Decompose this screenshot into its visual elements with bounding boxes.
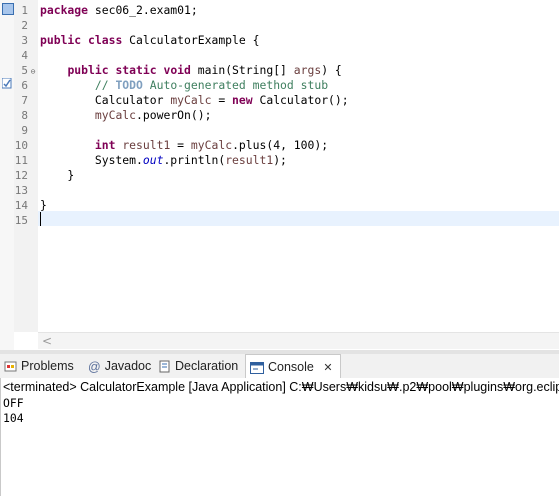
tab-problems[interactable]: Problems	[4, 354, 74, 378]
overview-ruler	[0, 0, 14, 350]
console-view[interactable]	[0, 378, 559, 496]
code-token: .println(	[163, 153, 226, 167]
tab-label: Javadoc	[104, 359, 152, 373]
problems-icon	[4, 361, 17, 372]
code-line: public static void main(String[] args) {	[40, 63, 342, 78]
tab-label: Console	[268, 360, 314, 374]
bottom-panel-tabbar: Problems @ Javadoc Declaration Console ✕	[0, 354, 559, 379]
line-number: 7	[21, 94, 28, 107]
tab-declaration[interactable]: Declaration	[158, 354, 238, 378]
line-number: 6	[21, 79, 28, 92]
code-line: // TODO Auto-generated method stub	[40, 78, 328, 93]
code-token: main(String[]	[190, 63, 294, 77]
code-token: sec06_2.exam01;	[88, 3, 198, 17]
tab-javadoc[interactable]: @ Javadoc	[88, 354, 151, 378]
code-token: System.	[40, 153, 143, 167]
line-number: 12	[14, 169, 28, 182]
tab-label: Declaration	[175, 359, 239, 373]
line-number: 1	[21, 4, 28, 17]
javadoc-icon: @	[88, 359, 101, 374]
code-token: }	[40, 198, 47, 212]
task-marker-icon	[2, 78, 12, 89]
code-token: public	[67, 63, 109, 77]
close-icon[interactable]: ✕	[323, 362, 332, 374]
code-token: =	[170, 138, 191, 152]
code-token: new	[232, 93, 253, 107]
current-line-highlight	[38, 211, 559, 226]
code-token: static	[115, 63, 157, 77]
line-number: 4	[21, 49, 28, 62]
console-icon	[250, 361, 264, 374]
console-output-line: OFF	[3, 396, 24, 410]
line-number: 3	[21, 34, 28, 47]
line-number: 8	[21, 109, 28, 122]
code-token: );	[273, 153, 287, 167]
line-number: 2	[21, 19, 28, 32]
bookmark-icon	[2, 3, 14, 15]
line-number: 10	[14, 139, 28, 152]
code-token: Calculator();	[252, 93, 349, 107]
line-number: 14	[14, 199, 28, 212]
line-number: 5	[21, 64, 28, 77]
declaration-icon	[159, 360, 170, 373]
line-number: 11	[14, 154, 28, 167]
code-token: ) {	[321, 63, 342, 77]
code-token: myCalc	[170, 93, 212, 107]
code-line: myCalc.powerOn();	[40, 108, 212, 123]
line-number: 13	[14, 184, 28, 197]
code-editor[interactable]: 1 2 3 4 5 6 7 8 9 10 11 12 13 14 15 ⊖ package sec06_2.…	[0, 0, 559, 350]
code-token: Calculator	[40, 93, 171, 107]
horizontal-scrollbar[interactable]: <	[38, 332, 559, 349]
code-token: =	[211, 93, 233, 107]
code-token: args	[293, 63, 322, 77]
code-line: public class CalculatorExample {	[40, 33, 259, 48]
code-line: System.out.println(result1);	[40, 153, 287, 168]
code-token: int	[94, 138, 116, 152]
code-token: result1	[225, 153, 274, 167]
code-token: public	[40, 33, 82, 47]
code-line: package sec06_2.exam01;	[40, 3, 198, 18]
tab-console[interactable]: Console ✕	[245, 354, 341, 379]
code-token: package	[40, 3, 89, 17]
code-token: out	[142, 153, 164, 167]
code-token: }	[40, 168, 75, 182]
line-number: 9	[21, 124, 28, 137]
code-line: }	[40, 198, 47, 213]
line-number: 15	[14, 214, 28, 227]
scroll-left-icon[interactable]: <	[42, 333, 52, 349]
code-token: .plus(4, 100);	[232, 138, 329, 152]
code-token: void	[163, 63, 191, 77]
console-header: <terminated> CalculatorExample [Java App…	[3, 380, 559, 394]
code-token: myCalc	[94, 108, 137, 122]
code-line: Calculator myCalc = new Calculator();	[40, 93, 349, 108]
text-caret	[40, 212, 41, 226]
code-line: }	[40, 168, 74, 183]
fold-collapse-icon[interactable]: ⊖	[28, 64, 38, 79]
code-token: .powerOn();	[136, 108, 212, 122]
console-output-line: 104	[3, 411, 24, 425]
code-line: int result1 = myCalc.plus(4, 100);	[40, 138, 328, 153]
code-token: myCalc	[190, 138, 233, 152]
code-token: //	[94, 78, 116, 92]
code-token: TODO	[115, 78, 143, 92]
code-token: result1	[122, 138, 171, 152]
code-token: Auto-generated method stub	[142, 78, 329, 92]
code-token: CalculatorExample {	[122, 33, 260, 47]
code-token: class	[88, 33, 123, 47]
tab-label: Problems	[21, 359, 74, 373]
